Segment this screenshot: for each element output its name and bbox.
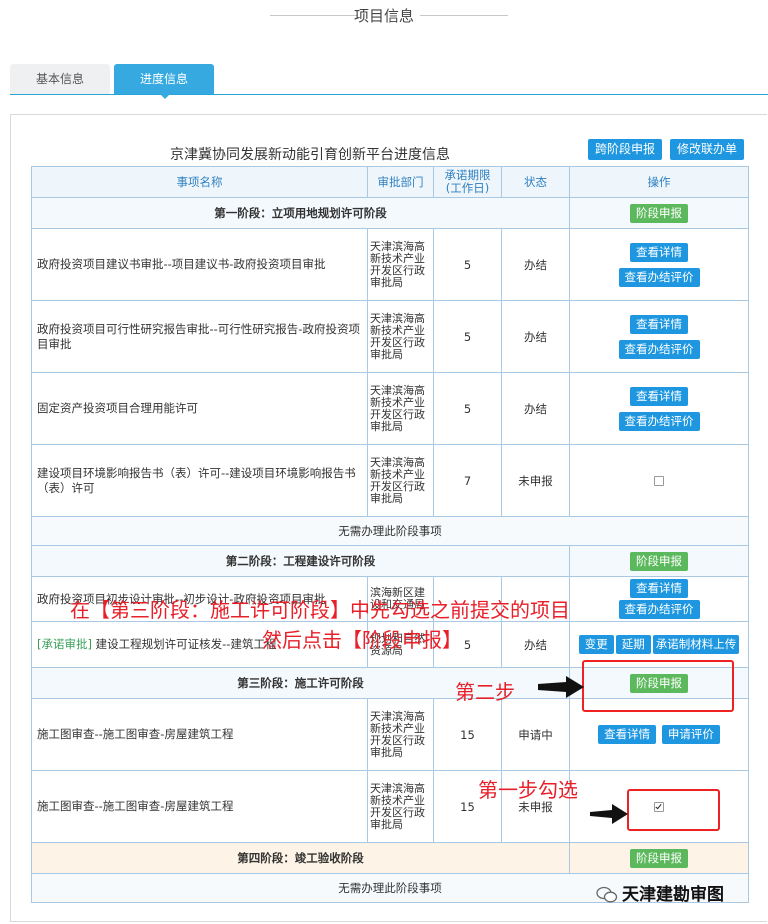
apply-evaluation-button[interactable]: 申请评价 [661, 725, 720, 744]
view-detail-button[interactable]: 查看详情 [630, 314, 688, 334]
arrow-right-icon [590, 804, 628, 824]
view-evaluation-button[interactable]: 查看办结评价 [618, 339, 700, 359]
cross-stage-apply-button[interactable]: 跨阶段申报 [588, 139, 662, 160]
watermark: 天津建勘审图 [596, 880, 724, 905]
change-button[interactable]: 变更 [578, 635, 614, 654]
col-name: 事项名称 [31, 166, 368, 198]
item-status: 申请中 [501, 698, 570, 771]
item-name: 政府投资项目建议书审批--项目建议书-政府投资项目审批 [31, 228, 368, 301]
stage1-row: 第一阶段：立项用地规划许可阶段 阶段申报 [31, 197, 749, 229]
stage1-apply-button[interactable]: 阶段申报 [630, 203, 688, 223]
view-evaluation-button[interactable]: 查看办结评价 [618, 411, 700, 431]
modify-joint-form-button[interactable]: 修改联办单 [670, 139, 744, 160]
item-period: 5 [433, 372, 502, 445]
tab-basic-info[interactable]: 基本信息 [10, 64, 110, 94]
item-status: 办结 [501, 621, 570, 668]
table-row: 固定资产投资项目合理用能许可 天津滨海高新技术产业开发区行政审批局 5 办结 查… [31, 372, 749, 445]
table-header-row: 事项名称 审批部门 承诺期限(工作日) 状态 操作 [31, 166, 749, 198]
tab-bar: 基本信息 进度信息 [10, 64, 768, 99]
col-period: 承诺期限(工作日) [433, 166, 502, 198]
item-status: 未申报 [501, 444, 570, 517]
stage-label: 第四阶段：竣工验收阶段 [31, 842, 570, 874]
upload-commitment-button[interactable]: 承诺制材料上传 [652, 635, 740, 654]
table-row: 建设项目环境影响报告书（表）许可--建设项目环境影响报告书（表）许可 天津滨海高… [31, 444, 749, 517]
view-detail-button[interactable]: 查看详情 [598, 725, 657, 744]
item-name: 固定资产投资项目合理用能许可 [31, 372, 368, 445]
stage4-row: 第四阶段：竣工验收阶段 阶段申报 [31, 842, 749, 874]
header-divider-right [420, 15, 508, 16]
item-dept: 天津滨海高新技术产业开发区行政审批局 [367, 698, 434, 771]
tab-progress-info[interactable]: 进度信息 [114, 64, 214, 99]
item-dept: 天津滨海高新技术产业开发区行政审批局 [367, 228, 434, 301]
col-status: 状态 [501, 166, 570, 198]
item-dept: 天津滨海高新技术产业开发区行政审批局 [367, 770, 434, 843]
no-items-text: 无需办理此阶段事项 [31, 516, 749, 546]
view-detail-button[interactable]: 查看详情 [630, 386, 688, 406]
page-title: 项目信息 [353, 7, 414, 25]
arrow-right-icon [538, 676, 584, 698]
annotation-step2: 第二步 [455, 680, 515, 704]
item-status: 办结 [501, 300, 570, 373]
item-name: 建设项目环境影响报告书（表）许可--建设项目环境影响报告书（表）许可 [31, 444, 368, 517]
item-name: 施工图审查--施工图审查-房屋建筑工程 [31, 698, 368, 771]
commitment-tag: [承诺审批] [37, 637, 92, 651]
item-period: 5 [433, 228, 502, 301]
highlight-box-apply [582, 660, 734, 712]
item-dept: 天津滨海高新技术产业开发区行政审批局 [367, 372, 434, 445]
watermark-text: 天津建勘审图 [622, 885, 724, 905]
item-status: 办结 [501, 228, 570, 301]
item-dept: 天津滨海高新技术产业开发区行政审批局 [367, 444, 434, 517]
stage4-apply-button[interactable]: 阶段申报 [630, 848, 688, 868]
item-period: 7 [433, 444, 502, 517]
view-evaluation-button[interactable]: 查看办结评价 [618, 267, 700, 287]
panel-title: 京津冀协同发展新动能引育创新平台进度信息 [170, 147, 450, 163]
table-row: 政府投资项目可行性研究报告审批--可行性研究报告-政府投资项目审批 天津滨海高新… [31, 300, 749, 373]
col-dept: 审批部门 [367, 166, 434, 198]
col-op: 操作 [569, 166, 749, 198]
highlight-box-checkbox [627, 789, 720, 831]
item-name: 建设工程规划许可证核发--建筑工程 [95, 637, 277, 651]
no-items-row: 无需办理此阶段事项 [31, 516, 749, 546]
item-name: 施工图审查--施工图审查-房屋建筑工程 [31, 770, 368, 843]
extend-button[interactable]: 延期 [615, 635, 651, 654]
stage-label: 第二阶段：工程建设许可阶段 [31, 545, 570, 577]
annotation-line2: 然后点击【阶段申报】 [262, 628, 462, 652]
stage2-apply-button[interactable]: 阶段申报 [630, 551, 688, 571]
view-evaluation-button[interactable]: 查看办结评价 [618, 600, 700, 619]
wechat-icon [596, 886, 618, 903]
page-header: 项目信息 [0, 0, 768, 30]
view-detail-button[interactable]: 查看详情 [630, 242, 688, 262]
annotation-step1: 第一步勾选 [478, 778, 578, 802]
item-name: 政府投资项目可行性研究报告审批--可行性研究报告-政府投资项目审批 [31, 300, 368, 373]
tab-caret-icon [160, 94, 170, 99]
annotation-line1: 在【第三阶段：施工许可阶段】中先勾选之前提交的项目 [70, 598, 570, 622]
stage2-row: 第二阶段：工程建设许可阶段 阶段申报 [31, 545, 749, 577]
item-dept: 天津滨海高新技术产业开发区行政审批局 [367, 300, 434, 373]
view-detail-button[interactable]: 查看详情 [630, 579, 688, 598]
item-period: 5 [433, 300, 502, 373]
table-row: 政府投资项目建议书审批--项目建议书-政府投资项目审批 天津滨海高新技术产业开发… [31, 228, 749, 301]
item-status: 办结 [501, 372, 570, 445]
select-checkbox[interactable] [654, 476, 664, 486]
tab-progress-label: 进度信息 [139, 72, 188, 86]
stage-label: 第一阶段：立项用地规划许可阶段 [31, 197, 570, 229]
item-period: 15 [433, 698, 502, 771]
